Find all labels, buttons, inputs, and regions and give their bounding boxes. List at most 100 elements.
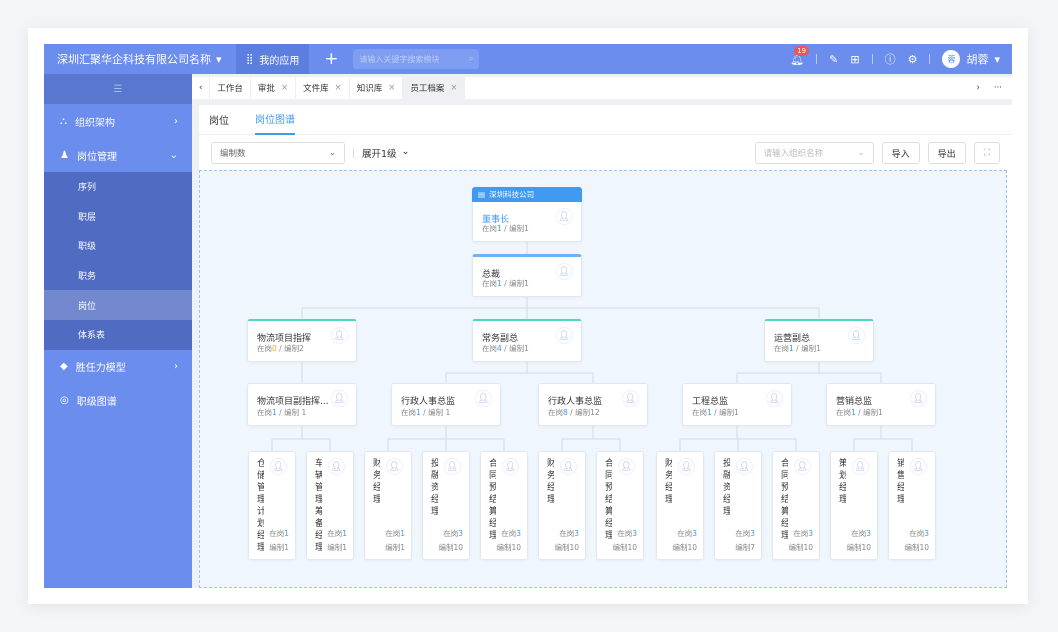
chevron-down-icon: ⌄ (857, 148, 865, 158)
on-post-count: 0 (272, 344, 277, 353)
close-icon[interactable]: × (388, 83, 395, 93)
org-chart-canvas[interactable]: ▤ 深圳科技公司 董事长 👤︎ 在岗1 / 编制1 总裁 👤︎ 在岗1 / 编制1 物流项目指挥… (199, 170, 1007, 588)
position-node[interactable]: 工程总监 👤︎ 在岗1 / 编制1 (682, 383, 792, 426)
my-apps-button[interactable]: ⣿ 我的应用 (236, 44, 310, 74)
top-header: 深圳汇聚华企科技有限公司名称 ▾ ⣿ 我的应用 + 请输入关键字搜索模块 ⌕ 🔔︎ 19… (44, 44, 1012, 74)
bell-icon[interactable]: 🔔︎ 19 (790, 45, 810, 66)
position-stats: 在岗3 编制10 (554, 529, 579, 552)
module-search-input[interactable]: 请输入关键字搜索模块 ⌕ (353, 49, 480, 69)
tab-position-map[interactable]: 岗位图谱 (255, 105, 295, 135)
on-post-count: 1 (416, 408, 421, 417)
user-menu[interactable]: 蓉胡蓉 ▾ (942, 50, 1000, 68)
position-node[interactable]: 行政人事总监 👤︎ 在岗1 / 编制 1 (391, 383, 501, 426)
help-icon[interactable]: ⓘ (885, 51, 896, 67)
metric-select-value: 编制数 (220, 149, 246, 159)
company-name: 深圳科技公司 (489, 190, 535, 199)
user-name: 胡蓉 (966, 53, 989, 66)
position-title: 营销总监 (836, 397, 873, 407)
sidebar-subitem[interactable]: 体系表 (44, 320, 192, 350)
divider (929, 54, 931, 64)
edit-icon[interactable]: ✎ (829, 53, 838, 66)
sidebar-subitem[interactable]: 职级 (44, 231, 192, 261)
position-node[interactable]: 运营副总 👤︎ 在岗1 / 编制1 (764, 319, 874, 362)
close-icon[interactable]: × (281, 83, 288, 93)
position-node[interactable]: ▤ 深圳科技公司 董事长 👤︎ 在岗1 / 编制1 (472, 187, 582, 242)
sidebar-subitem[interactable]: 职层 (44, 202, 192, 232)
position-node[interactable]: 投融资经理 👤︎ 在岗3 编制10 (422, 451, 470, 560)
tabs-next-icon[interactable]: › (976, 83, 979, 93)
sidebar-item-competency[interactable]: ◆ 胜任力模型 › (44, 350, 192, 384)
on-post-count: 4 (497, 344, 502, 353)
position-node[interactable]: 销售经理 👤︎ 在岗3 编制10 (888, 451, 936, 560)
position-node[interactable]: 物流项目指挥 👤︎ 在岗0 / 编制2 (247, 319, 357, 362)
position-node[interactable]: 常务副总 👤︎ 在岗4 / 编制1 (472, 319, 582, 362)
position-node[interactable]: 策划经理 👤︎ 在岗3 编制10 (830, 451, 878, 560)
position-node[interactable]: 物流项目副指挥... 👤︎ 在岗1 / 编制 1 (247, 383, 357, 426)
sidebar-item-label: 职级图谱 (76, 397, 117, 409)
on-post-count: 8 (563, 408, 568, 417)
tab-positions[interactable]: 岗位 (209, 105, 229, 135)
tab-workbench[interactable]: 工作台 (210, 77, 251, 99)
on-post-count: 3 (692, 529, 697, 538)
position-node[interactable]: 财务经理 👤︎ 在岗3 编制10 (656, 451, 704, 560)
page-tabs: 岗位 岗位图谱 (199, 105, 1012, 135)
tab-label: 文件库 (303, 84, 329, 94)
position-title: 财务经理 (663, 458, 672, 506)
tab-files[interactable]: 文件库 × (296, 77, 350, 99)
person-icon: 👤︎ (910, 458, 927, 475)
position-node[interactable]: 投融资经理 👤︎ 在岗3 编制7 (714, 451, 762, 560)
metric-select[interactable]: 编制数 ⌄ (211, 142, 345, 164)
person-icon: 👤︎ (560, 458, 577, 475)
position-node[interactable]: 车辆管理筹备经理 👤︎ 在岗1 编制1 (306, 451, 354, 560)
sidebar-item-grade-map[interactable]: ◎ 职级图谱 (44, 384, 192, 418)
sidebar-subitem-active[interactable]: 岗位 (44, 290, 192, 320)
collapse-menu-icon[interactable]: ☰ (44, 74, 192, 104)
tab-knowledge[interactable]: 知识库 × (350, 77, 404, 99)
sidebar-item-position-mgmt[interactable]: ♟ 岗位管理 ⌄ (44, 138, 192, 172)
position-title: 财务经理 (371, 458, 380, 506)
position-node[interactable]: 合同预结算经理 👤︎ 在岗3 编制10 (480, 451, 528, 560)
on-post-count: 3 (866, 529, 871, 538)
position-node[interactable]: 财务经理 👤︎ 在岗3 编制10 (538, 451, 586, 560)
position-node[interactable]: 仓储管理计划经理 👤︎ 在岗1 编制1 (248, 451, 296, 560)
expand-level-select[interactable]: 展开1级 ⌄ (362, 146, 410, 160)
chevron-right-icon: › (174, 361, 178, 373)
position-node[interactable]: 行政人事总监 👤︎ 在岗8 / 编制12 (538, 383, 648, 426)
position-node[interactable]: 总裁 👤︎ 在岗1 / 编制1 (472, 254, 582, 297)
position-stats: 在岗1 / 编制1 (482, 224, 529, 233)
position-node[interactable]: 合同预结算经理 👤︎ 在岗3 编制10 (596, 451, 644, 560)
org-name-select[interactable]: 请输入组织名称 ⌄ (754, 142, 874, 164)
person-icon: 👤︎ (556, 208, 573, 225)
import-button[interactable]: 导入 (881, 142, 920, 164)
more-icon[interactable]: ··· (994, 83, 1002, 93)
tab-employee-records[interactable]: 员工档案 × (403, 77, 466, 99)
sidebar-item-org[interactable]: ⛬ 组织架构 › (44, 104, 192, 138)
divider (353, 148, 354, 158)
on-post-count: 3 (574, 529, 579, 538)
position-title: 合同预结算经理 (779, 458, 788, 542)
on-post-count: 1 (400, 529, 405, 538)
company-switcher[interactable]: 深圳汇聚华企科技有限公司名称 ▾ (44, 51, 236, 67)
sidebar-subitem[interactable]: 职务 (44, 261, 192, 291)
close-icon[interactable]: × (450, 83, 457, 93)
gear-icon[interactable]: ⚙ (908, 53, 918, 66)
position-node[interactable]: 合同预结算经理 👤︎ 在岗3 编制10 (772, 451, 820, 560)
person-icon: 👤︎ (766, 390, 783, 407)
position-title: 销售经理 (895, 458, 904, 506)
apps-icon[interactable]: ⊞ (850, 53, 859, 66)
tabs-prev-icon[interactable]: ‹ (192, 77, 211, 99)
position-node[interactable]: 财务经理 👤︎ 在岗1 编制1 (364, 451, 412, 560)
sidebar-subitem[interactable]: 序列 (44, 172, 192, 202)
on-post-count: 3 (516, 529, 521, 538)
position-title: 行政人事总监 (548, 397, 603, 407)
export-button[interactable]: 导出 (927, 142, 966, 164)
on-post-count: 1 (284, 529, 289, 538)
add-icon[interactable]: + (309, 49, 353, 69)
tab-approval[interactable]: 审批 × (251, 77, 297, 99)
on-post-count: 3 (808, 529, 813, 538)
position-node[interactable]: 营销总监 👤︎ 在岗1 / 编制1 (826, 383, 936, 426)
fullscreen-icon[interactable]: ⛶ (973, 142, 1000, 164)
position-title: 合同预结算经理 (487, 458, 496, 542)
close-icon[interactable]: × (335, 83, 342, 93)
notification-badge: 19 (794, 45, 810, 56)
